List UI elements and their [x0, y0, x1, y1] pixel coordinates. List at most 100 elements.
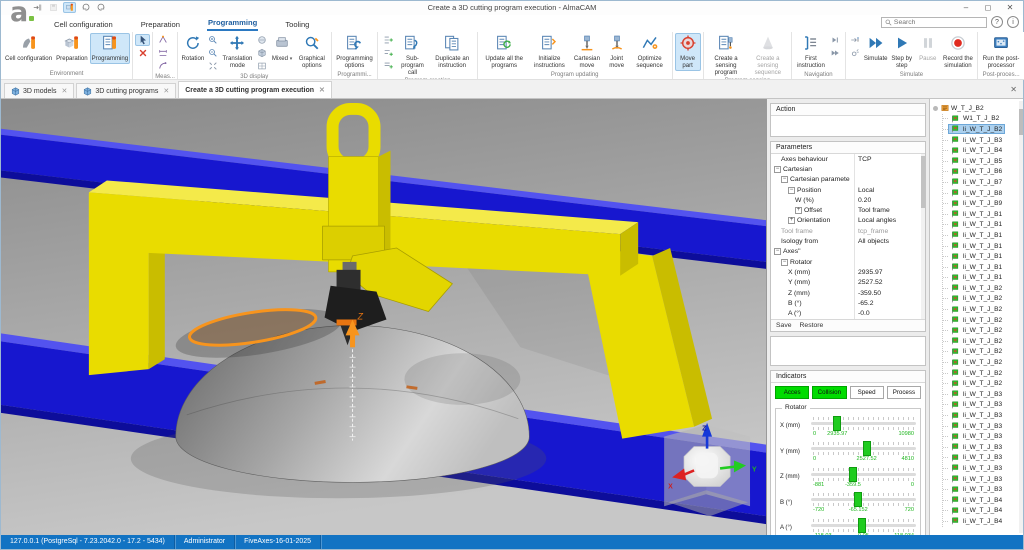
tree-item[interactable]: li_W_T_J_B2 — [943, 294, 1023, 305]
tree-item[interactable]: li_W_T_J_B4 — [943, 145, 1023, 156]
tree-item[interactable]: W1_T_J_B2 — [943, 114, 1023, 125]
zoom-in-button[interactable] — [206, 34, 221, 46]
sim-options-button[interactable] — [848, 47, 863, 59]
parameter-row-axes[interactable]: −Axes" — [771, 247, 925, 257]
parameter-row-axes-behaviour[interactable]: Axes behaviourTCP — [771, 154, 925, 164]
render-mode-button[interactable] — [254, 47, 269, 59]
tree-item[interactable]: li_W_T_J_B1 — [943, 220, 1023, 231]
step-by-step-button[interactable]: Step by step — [889, 33, 915, 71]
tree-item[interactable]: li_W_T_J_B3 — [943, 400, 1023, 411]
slider-handle[interactable] — [858, 518, 866, 533]
3d-viewport[interactable]: Z Z X Y — [1, 99, 767, 535]
tree-item[interactable]: li_W_T_J_B2 — [943, 124, 1023, 135]
close-icon[interactable]: ✕ — [999, 1, 1021, 14]
parameter-row-isology-from[interactable]: Isology fromAll objects — [771, 236, 925, 246]
update-all-the-programs-button[interactable]: Update all the programs — [480, 33, 529, 71]
parameter-value[interactable]: Tool frame — [855, 207, 925, 214]
slider-handle[interactable] — [849, 467, 857, 482]
tree-item[interactable]: li_W_T_J_B3 — [943, 389, 1023, 400]
tree-item[interactable]: li_W_T_J_B1 — [943, 241, 1023, 252]
tree-item[interactable]: li_W_T_J_B6 — [943, 167, 1023, 178]
parameter-value[interactable]: 0.20 — [855, 197, 925, 204]
slider-track[interactable] — [811, 473, 916, 476]
tree-item[interactable]: li_W_T_J_B5 — [943, 156, 1023, 167]
slider-track[interactable] — [811, 422, 916, 425]
slider-handle[interactable] — [833, 416, 841, 431]
ribbon-tab-cell-configuration[interactable]: Cell configuration — [53, 18, 114, 31]
collapse-icon[interactable]: − — [774, 248, 781, 255]
tree-item[interactable]: li_W_T_J_B1 — [943, 251, 1023, 262]
tree-item[interactable]: li_W_T_J_B1 — [943, 209, 1023, 220]
tree-item[interactable]: li_W_T_J_B9 — [943, 198, 1023, 209]
search-box[interactable] — [881, 17, 987, 28]
cell-configuration-button[interactable]: Cell configuration — [3, 33, 54, 64]
indicator-acces-button[interactable]: Acces — [775, 386, 809, 399]
ribbon-tab-programming[interactable]: Programming — [207, 16, 258, 31]
parameter-row-offset[interactable]: +OffsetTool frame — [771, 205, 925, 215]
tree-item[interactable]: li_W_T_J_B3 — [943, 410, 1023, 421]
expand-icon[interactable]: + — [788, 217, 795, 224]
append-instruction-button[interactable] — [380, 60, 395, 72]
parameter-row-rotator[interactable]: −Rotator — [771, 257, 925, 267]
tree-item[interactable]: li_W_T_J_B2 — [943, 325, 1023, 336]
restore-button[interactable]: Restore — [800, 322, 824, 329]
run-the-post-processor-button[interactable]: Run the post-processor — [980, 33, 1022, 71]
expand-icon[interactable]: + — [795, 207, 802, 214]
tree-item[interactable]: li_W_T_J_B2 — [943, 283, 1023, 294]
pause-button[interactable]: Pause — [915, 33, 941, 64]
joint-move-button[interactable]: Joint move — [604, 33, 630, 71]
orientation-triad[interactable]: Z X Y — [664, 423, 757, 516]
translation-mode-button[interactable]: Translation mode — [221, 33, 254, 71]
preparation-button[interactable]: Preparation — [54, 33, 90, 64]
mixed-button[interactable]: Mixed ▾ — [269, 33, 295, 64]
parameter-row-cartesian-paramete[interactable]: −Cartesian paramete — [771, 175, 925, 185]
rotation-button[interactable]: Rotation — [180, 33, 206, 64]
tree-item[interactable]: li_W_T_J_B8 — [943, 188, 1023, 199]
tree-item[interactable]: li_W_T_J_B3 — [943, 463, 1023, 474]
tree-item[interactable]: li_W_T_J_B2 — [943, 347, 1023, 358]
minimize-icon[interactable]: – — [955, 1, 977, 14]
parameter-row-a[interactable]: A (°)-0.0 — [771, 308, 925, 318]
tree-item[interactable]: li_W_T_J_B1 — [943, 262, 1023, 273]
indicator-speed-button[interactable]: Speed — [850, 386, 884, 399]
document-tab-3d-cutting-programs[interactable]: 3D cutting programs✕ — [76, 83, 176, 98]
initialize-instructions-button[interactable]: Initialize instructions — [529, 33, 571, 71]
zoom-out-button[interactable] — [206, 47, 221, 59]
indicator-collision-button[interactable]: Collision — [812, 386, 846, 399]
tree-item[interactable]: li_W_T_J_B3 — [943, 474, 1023, 485]
parameter-row-w[interactable]: W (%)0.20 — [771, 195, 925, 205]
tree-item[interactable]: li_W_T_J_B3 — [943, 442, 1023, 453]
parameter-value[interactable]: Local angles — [855, 217, 925, 224]
help-button[interactable]: ? — [991, 16, 1003, 28]
collapse-icon[interactable]: − — [788, 187, 795, 194]
wireframe-button[interactable] — [254, 60, 269, 72]
slider-handle[interactable] — [854, 492, 862, 507]
tree-scrollbar[interactable] — [1019, 101, 1023, 533]
tree-item[interactable]: li_W_T_J_B2 — [943, 357, 1023, 368]
tree-item[interactable]: li_W_T_J_B3 — [943, 453, 1023, 464]
parameter-value[interactable]: All objects — [855, 238, 925, 245]
view-mode-button[interactable] — [254, 34, 269, 46]
document-tab-3d-models[interactable]: 3D models✕ — [4, 83, 74, 98]
collapse-icon[interactable]: − — [781, 176, 788, 183]
parameter-row-z-mm[interactable]: Z (mm)-359.50 — [771, 288, 925, 298]
parameter-row-b[interactable]: B (°)-65.2 — [771, 298, 925, 308]
graphical-options-button[interactable]: Graphical options — [295, 33, 329, 71]
tree-item[interactable]: li_W_T_J_B2 — [943, 378, 1023, 389]
first-instruction-button[interactable]: First instruction — [794, 33, 827, 71]
create-a-sensing-program-button[interactable]: Create a sensing program — [706, 33, 747, 77]
tree-item[interactable]: li_W_T_J_B1 — [943, 230, 1023, 241]
tab-bar-close-icon[interactable]: ✕ — [1010, 85, 1017, 94]
tree-item[interactable]: li_W_T_J_B4 — [943, 516, 1023, 527]
tree-item[interactable]: li_W_T_J_B3 — [943, 421, 1023, 432]
collapse-icon[interactable]: − — [781, 259, 788, 266]
tree-item[interactable]: li_W_T_J_B2 — [943, 304, 1023, 315]
measure-arc-button[interactable] — [155, 60, 170, 72]
move-part-button[interactable]: Move part — [675, 33, 701, 71]
zoom-fit-button[interactable] — [206, 60, 221, 72]
parameter-value[interactable]: 2935.97 — [855, 269, 925, 276]
search-input[interactable] — [894, 19, 983, 26]
tree-item[interactable]: li_W_T_J_B3 — [943, 431, 1023, 442]
indicator-process-button[interactable]: Process — [887, 386, 921, 399]
tree-item[interactable]: li_W_T_J_B4 — [943, 495, 1023, 506]
